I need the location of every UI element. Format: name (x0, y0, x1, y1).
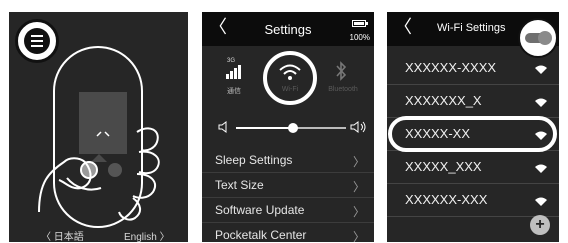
bluetooth-icon[interactable] (335, 60, 347, 82)
page-title: Settings (264, 22, 312, 37)
chevron-right-icon: 〉 (352, 180, 365, 194)
chevron-right-icon: 〉 (352, 230, 365, 242)
network-name: XXXXXX-XXX (405, 192, 488, 207)
menu-item-pocketalk-center[interactable]: Pocketalk Center 〉 (202, 223, 374, 242)
wifi-lock-icon (535, 98, 547, 107)
menu-item-sleep-settings[interactable]: Sleep Settings 〉 (202, 148, 374, 173)
volume-slider[interactable] (236, 123, 346, 133)
network-name: XXXXXX-XXXX (405, 60, 497, 75)
chevron-right-icon: 〉 (352, 205, 365, 219)
hamburger-menu-button[interactable] (15, 19, 59, 63)
network-name: XXXXXXX_X (405, 93, 482, 108)
battery-icon (352, 20, 368, 27)
signal-label: 通信 (227, 88, 241, 95)
network-item[interactable]: XXXXX_XXX (387, 151, 559, 184)
wifi-lock-icon (535, 164, 547, 173)
volume-slider-handle[interactable] (288, 123, 299, 133)
menu-item-text-size[interactable]: Text Size 〉 (202, 173, 374, 198)
page-title: Wi-Fi Settings (437, 22, 506, 34)
settings-header: 〈 Settings 100% (202, 12, 374, 46)
wifi-lock-icon (535, 197, 547, 206)
menu-item-label: Software Update (215, 203, 305, 217)
wifi-toggle-highlight (518, 18, 558, 58)
network-item[interactable]: XXXXXX-XXX (387, 184, 559, 217)
chevron-right-icon: 〉 (352, 155, 365, 169)
network-name: XXXXX_XXX (405, 159, 482, 174)
network-type-tag: 3G (227, 58, 236, 64)
wifi-toggle-switch[interactable] (525, 31, 552, 45)
signal-icon[interactable] (226, 65, 242, 79)
wifi-highlight-ring (263, 51, 317, 105)
menu-item-label: Sleep Settings (215, 153, 293, 167)
menu-item-label: Pocketalk Center (215, 228, 307, 242)
settings-menu: Sleep Settings 〉 Text Size 〉 Software Up… (202, 148, 374, 242)
bluetooth-label: Bluetooth (328, 86, 358, 93)
wifi-settings-panel: 〈 Wi-Fi Settings XXXXXX-XXXX XXXXXXX_X X… (387, 12, 559, 242)
battery-level: 100% (349, 33, 370, 42)
wifi-lock-icon (535, 65, 547, 74)
volume-low-icon (218, 121, 227, 133)
language-japanese-link[interactable]: 〈 日本語 (41, 228, 84, 242)
add-network-button[interactable]: + (530, 215, 550, 235)
volume-high-icon (350, 121, 366, 133)
back-button[interactable]: 〈 (394, 18, 412, 36)
network-item[interactable]: XXXXXXX_X (387, 85, 559, 118)
language-english-link[interactable]: English 〉 (124, 228, 170, 242)
selected-network-highlight (388, 116, 557, 152)
settings-panel: 〈 Settings 100% 3G 通信 Wi-Fi Bluetooth Sl… (202, 12, 374, 242)
menu-item-label: Text Size (215, 178, 264, 192)
device-help-panel: 〈 日本語 English 〉 (9, 12, 188, 242)
menu-item-software-update[interactable]: Software Update 〉 (202, 198, 374, 223)
